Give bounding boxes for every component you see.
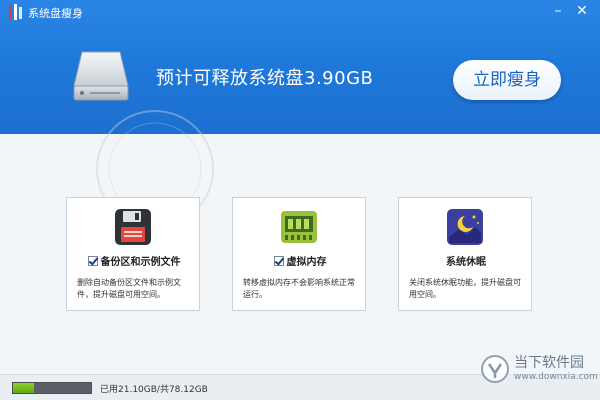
disk-usage-bar — [12, 382, 92, 394]
memory-chip-icon — [281, 211, 317, 243]
moon-stars-icon — [447, 209, 483, 245]
backup-checkbox[interactable] — [87, 256, 98, 266]
option-title-virtual-memory: 虚拟内存 — [286, 257, 327, 268]
option-card-backup[interactable]: 备份区和示例文件 删除自动备份区文件和示例文件，提升磁盘可用空间。 — [66, 197, 200, 311]
window-title: 系统盘瘦身 — [28, 7, 83, 20]
option-title-hibernate: 系统休眠 — [446, 257, 486, 268]
option-desc-virtual-memory: 转移虚拟内存不会影响系统正常运行。 — [243, 278, 355, 299]
app-logo-icon — [9, 4, 22, 20]
close-button[interactable]: ✕ — [572, 2, 592, 20]
disk-usage-text: 已用21.10GB/共78.12GB — [100, 385, 208, 395]
watermark: 当下软件园 www.downxia.com — [480, 348, 598, 392]
watermark-name: 当下软件园 — [514, 355, 584, 371]
disk-usage-fill — [13, 383, 35, 393]
virtual-memory-checkbox[interactable] — [273, 256, 284, 266]
minimize-button[interactable]: – — [548, 2, 568, 20]
slim-now-button[interactable]: 立即瘦身 — [453, 60, 561, 100]
headline-text: 预计可释放系统盘3.90GB — [156, 68, 374, 89]
watermark-logo-icon — [481, 355, 509, 383]
watermark-url: www.downxia.com — [514, 372, 598, 382]
option-card-hibernate[interactable]: 系统休眠 关闭系统休眠功能，提升磁盘可用空间。 — [398, 197, 532, 311]
title-bar: 系统盘瘦身 – ✕ — [0, 0, 600, 24]
option-desc-backup: 删除自动备份区文件和示例文件，提升磁盘可用空间。 — [77, 278, 181, 299]
floppy-disk-icon — [115, 209, 151, 245]
option-card-virtual-memory[interactable]: 虚拟内存 转移虚拟内存不会影响系统正常运行。 — [232, 197, 366, 311]
option-title-backup: 备份区和示例文件 — [100, 257, 181, 268]
hard-drive-icon — [73, 51, 129, 101]
option-desc-hibernate: 关闭系统休眠功能，提升磁盘可用空间。 — [409, 278, 521, 299]
